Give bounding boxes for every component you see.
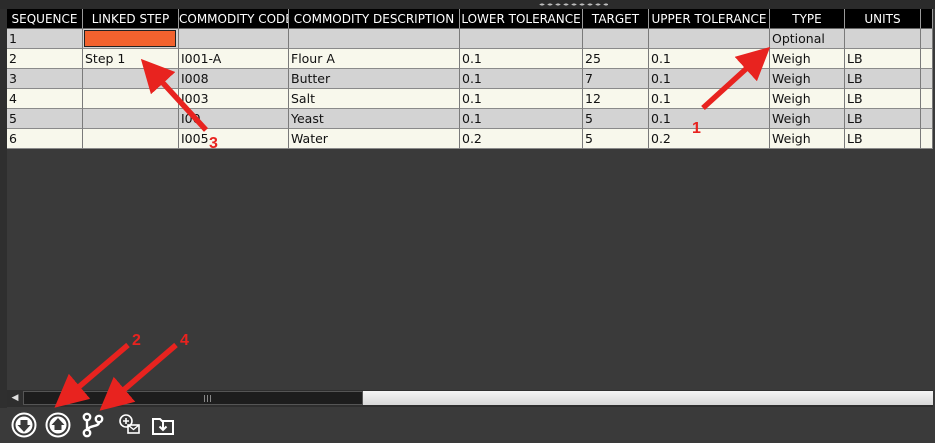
cell-target[interactable]: 25 [583, 49, 649, 69]
column-header-units[interactable]: UNITS [845, 9, 921, 29]
splitter-bar[interactable] [0, 0, 935, 9]
cell-commodity-code[interactable]: I008 [179, 69, 289, 89]
cell-linked-step[interactable] [83, 29, 179, 49]
cell-extra[interactable] [921, 29, 933, 49]
panel-left-border [0, 9, 7, 408]
header-row: SEQUENCE LINKED STEP COMMODITY CODE COMM… [7, 9, 933, 29]
horizontal-scrollbar[interactable]: ◀ [7, 390, 933, 407]
cell-upper-tolerance[interactable]: 0.2 [649, 129, 770, 149]
cell-units[interactable]: LB [845, 69, 921, 89]
cell-linked-step[interactable] [83, 89, 179, 109]
cell-commodity-description[interactable]: Yeast [289, 109, 460, 129]
cell-sequence[interactable]: 2 [7, 49, 83, 69]
table-row[interactable]: 3 I008 Butter 0.1 7 0.1 Weigh LB [7, 69, 933, 89]
import-folder-icon[interactable] [150, 412, 176, 438]
table-row[interactable]: 2 Step 1 I001-A Flour A 0.1 25 0.1 Weigh… [7, 49, 933, 69]
branch-icon[interactable] [80, 412, 106, 438]
cell-linked-step[interactable] [83, 129, 179, 149]
cell-commodity-description[interactable]: Flour A [289, 49, 460, 69]
scroll-left-arrow-icon[interactable]: ◀ [7, 390, 23, 407]
cell-units[interactable]: LB [845, 109, 921, 129]
cell-commodity-description[interactable] [289, 29, 460, 49]
cell-commodity-code[interactable]: I001-A [179, 49, 289, 69]
column-header-target[interactable]: TARGET [583, 9, 649, 29]
column-header-commodity-code[interactable]: COMMODITY CODE [179, 9, 289, 29]
selected-cell-highlight[interactable] [84, 30, 176, 47]
cell-upper-tolerance[interactable]: 0.1 [649, 89, 770, 109]
column-header-lower-tolerance[interactable]: LOWER TOLERANCE [460, 9, 583, 29]
column-header-type[interactable]: TYPE [770, 9, 845, 29]
table-row[interactable]: 5 I00 Yeast 0.1 5 0.1 Weigh LB [7, 109, 933, 129]
scrollbar-grip-icon [204, 395, 212, 402]
cell-lower-tolerance[interactable]: 0.1 [460, 89, 583, 109]
table-row[interactable]: 4 I003 Salt 0.1 12 0.1 Weigh LB [7, 89, 933, 109]
cell-commodity-description[interactable]: Salt [289, 89, 460, 109]
cell-type[interactable]: Weigh [770, 129, 845, 149]
cell-target[interactable]: 12 [583, 89, 649, 109]
cell-type[interactable]: Weigh [770, 89, 845, 109]
scrollbar-track[interactable] [363, 391, 933, 405]
splitter-grip[interactable] [538, 3, 608, 6]
cell-extra[interactable] [921, 109, 933, 129]
add-message-icon[interactable] [117, 412, 143, 438]
cell-sequence[interactable]: 6 [7, 129, 83, 149]
cell-commodity-code[interactable]: I00 [179, 109, 289, 129]
column-header-linked-step[interactable]: LINKED STEP [83, 9, 179, 29]
move-down-circle-icon[interactable] [11, 412, 37, 438]
column-header-commodity-description[interactable]: COMMODITY DESCRIPTION [289, 9, 460, 29]
cell-type[interactable]: Weigh [770, 109, 845, 129]
cell-extra[interactable] [921, 69, 933, 89]
cell-target[interactable]: 5 [583, 129, 649, 149]
cell-lower-tolerance[interactable]: 0.1 [460, 69, 583, 89]
cell-type[interactable]: Weigh [770, 69, 845, 89]
bottom-toolbar [0, 408, 935, 443]
cell-linked-step[interactable] [83, 69, 179, 89]
cell-extra[interactable] [921, 89, 933, 109]
cell-lower-tolerance[interactable]: 0.1 [460, 109, 583, 129]
cell-units[interactable]: LB [845, 129, 921, 149]
cell-linked-step[interactable] [83, 109, 179, 129]
cell-upper-tolerance[interactable] [649, 29, 770, 49]
cell-type[interactable]: Optional [770, 29, 845, 49]
cell-units[interactable] [845, 29, 921, 49]
cell-commodity-code[interactable]: I005 [179, 129, 289, 149]
cell-target[interactable]: 5 [583, 109, 649, 129]
cell-target[interactable] [583, 29, 649, 49]
cell-upper-tolerance[interactable]: 0.1 [649, 49, 770, 69]
column-header-sequence[interactable]: SEQUENCE [7, 9, 83, 29]
cell-type[interactable]: Weigh [770, 49, 845, 69]
cell-commodity-description[interactable]: Butter [289, 69, 460, 89]
table-row[interactable]: 1 Optional [7, 29, 933, 49]
cell-upper-tolerance[interactable]: 0.1 [649, 109, 770, 129]
table-row[interactable]: 6 I005 Water 0.2 5 0.2 Weigh LB [7, 129, 933, 149]
cell-extra[interactable] [921, 129, 933, 149]
grid-empty-area [7, 149, 933, 390]
cell-upper-tolerance[interactable]: 0.1 [649, 69, 770, 89]
cell-extra[interactable] [921, 49, 933, 69]
cell-target[interactable]: 7 [583, 69, 649, 89]
cell-lower-tolerance[interactable] [460, 29, 583, 49]
cell-commodity-code[interactable]: I003 [179, 89, 289, 109]
cell-sequence[interactable]: 1 [7, 29, 83, 49]
cell-units[interactable]: LB [845, 89, 921, 109]
cell-commodity-code[interactable] [179, 29, 289, 49]
cell-units[interactable]: LB [845, 49, 921, 69]
cell-lower-tolerance[interactable]: 0.2 [460, 129, 583, 149]
cell-sequence[interactable]: 4 [7, 89, 83, 109]
scrollbar-thumb[interactable] [23, 391, 363, 405]
cell-sequence[interactable]: 5 [7, 109, 83, 129]
column-header-extra[interactable] [921, 9, 933, 29]
cell-commodity-description[interactable]: Water [289, 129, 460, 149]
move-up-circle-icon[interactable] [45, 412, 71, 438]
cell-sequence[interactable]: 3 [7, 69, 83, 89]
cell-linked-step[interactable]: Step 1 [83, 49, 179, 69]
cell-lower-tolerance[interactable]: 0.1 [460, 49, 583, 69]
column-header-upper-tolerance[interactable]: UPPER TOLERANCE [649, 9, 770, 29]
